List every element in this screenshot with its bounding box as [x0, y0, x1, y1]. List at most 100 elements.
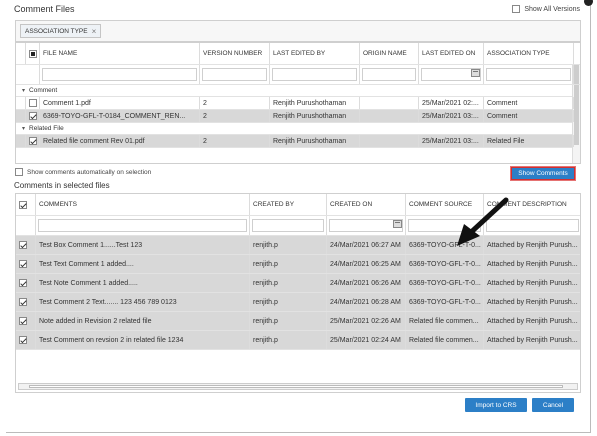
row-checkbox[interactable] — [29, 137, 37, 145]
file-row[interactable]: 6369-TOYO-GFL-T-0184_COMMENT_REN... 2 Renj… — [16, 110, 574, 123]
column-filter-input[interactable] — [486, 68, 571, 81]
column-filter-input[interactable] — [252, 219, 324, 232]
comment-description-cell: Attached by Renjith Purush... — [484, 293, 580, 311]
origin-cell — [360, 97, 419, 109]
group-row[interactable]: ▾ Comment — [16, 85, 572, 97]
comment-row[interactable]: Test Comment 2 Text....... 123 456 789 0… — [16, 293, 580, 312]
filter-cell — [250, 216, 327, 235]
show-all-versions-toggle[interactable]: Show All Versions — [512, 5, 580, 13]
version-cell: 2 — [200, 110, 270, 122]
comment-row[interactable]: Test Note Comment 1 added..... renjith.p 2… — [16, 274, 580, 293]
row-select-cell[interactable] — [26, 135, 40, 147]
calendar-icon[interactable] — [471, 69, 480, 77]
comment-description-cell: Attached by Renjith Purush... — [484, 274, 580, 292]
row-select-cell[interactable] — [26, 110, 40, 122]
row-select-cell[interactable] — [16, 331, 36, 349]
created-by-cell: renjith.p — [250, 312, 327, 330]
column-filter-input[interactable] — [362, 68, 416, 81]
filter-spacer — [16, 65, 40, 84]
filter-cell — [419, 65, 484, 84]
show-all-versions-checkbox[interactable] — [512, 5, 521, 13]
row-checkbox[interactable] — [19, 260, 27, 268]
column-header[interactable]: COMMENT DESCRIPTION — [484, 194, 580, 215]
column-header[interactable]: ORIGIN NAME — [360, 43, 419, 64]
comment-text-cell: Test Box Comment 1......Test 123 — [36, 236, 250, 254]
show-comments-button[interactable]: Show Comments — [510, 166, 576, 181]
column-header[interactable]: ASSOCIATION TYPE — [484, 43, 574, 64]
filter-cell — [484, 65, 574, 84]
column-header[interactable]: COMMENTS — [36, 194, 250, 215]
comment-description-cell: Attached by Renjith Purush... — [484, 255, 580, 273]
filter-cell — [360, 65, 419, 84]
cancel-button[interactable]: Cancel — [532, 398, 574, 412]
file-row[interactable]: Comment 1.pdf 2 Renjith Purushothaman 25/Ma… — [16, 97, 574, 110]
column-filter-input[interactable] — [38, 219, 247, 232]
group-label: Comment — [29, 87, 58, 94]
comment-row[interactable]: Test Box Comment 1......Test 123 renjith.… — [16, 236, 580, 255]
comments-filter-row — [16, 216, 580, 236]
auto-show-checkbox[interactable] — [15, 168, 23, 176]
group-row[interactable]: ▾ Related File — [16, 123, 572, 135]
scrollbar-thumb[interactable] — [29, 385, 563, 388]
column-header[interactable]: LAST EDITED BY — [270, 43, 360, 64]
created-on-cell: 25/Mar/2021 02:26 AM — [327, 312, 406, 330]
calendar-icon[interactable] — [393, 220, 402, 228]
edited-on-cell: 25/Mar/2021 03:... — [419, 110, 484, 122]
filter-cell — [327, 216, 406, 235]
origin-cell — [360, 110, 419, 122]
row-select-cell[interactable] — [16, 312, 36, 330]
comment-source-cell: Related file commen... — [406, 331, 484, 349]
edited-on-cell: 25/Mar/2021 02:... — [419, 97, 484, 109]
row-checkbox[interactable] — [29, 112, 37, 120]
row-select-cell[interactable] — [16, 293, 36, 311]
row-checkbox[interactable] — [19, 279, 27, 287]
comment-row[interactable]: Test Text Comment 1 added.... renjith.p 24… — [16, 255, 580, 274]
remove-chip-icon[interactable]: × — [92, 27, 97, 36]
column-header[interactable]: VERSION NUMBER — [200, 43, 270, 64]
column-header[interactable]: FILE NAME — [40, 43, 200, 64]
select-all-checkbox[interactable] — [29, 49, 37, 58]
file-row[interactable]: Related file comment Rev 01.pdf 2 Renjith … — [16, 135, 574, 148]
created-on-cell: 24/Mar/2021 06:25 AM — [327, 255, 406, 273]
column-header[interactable]: COMMENT SOURCE — [406, 194, 484, 215]
row-select-cell[interactable] — [16, 255, 36, 273]
column-filter-input[interactable] — [202, 68, 267, 81]
select-all-comments-checkbox[interactable] — [19, 200, 27, 209]
row-select-cell[interactable] — [16, 274, 36, 292]
column-filter-input[interactable] — [329, 219, 403, 232]
comment-row[interactable]: Note added in Revision 2 related file ren… — [16, 312, 580, 331]
column-filter-input[interactable] — [272, 68, 357, 81]
import-to-crs-button[interactable]: Import to CRS — [465, 398, 527, 412]
column-filter-input[interactable] — [486, 219, 579, 232]
column-header[interactable]: LAST EDITED ON — [419, 43, 484, 64]
comment-row[interactable]: Test Comment on revsion 2 in related fil… — [16, 331, 580, 350]
filter-cell — [484, 216, 580, 235]
dialog-title: Comment Files — [14, 4, 75, 14]
select-all-cell[interactable] — [26, 43, 40, 64]
comments-horizontal-scrollbar[interactable] — [18, 383, 578, 390]
auto-show-option[interactable]: Show comments automatically on selection — [15, 168, 151, 176]
column-header[interactable]: CREATED ON — [327, 194, 406, 215]
association-type-chip[interactable]: ASSOCIATION TYPE × — [20, 24, 102, 38]
show-all-versions-label: Show All Versions — [524, 5, 580, 13]
row-select-cell[interactable] — [16, 236, 36, 254]
close-icon[interactable] — [584, 0, 593, 6]
column-filter-input[interactable] — [42, 68, 197, 81]
filter-cell — [406, 216, 484, 235]
row-checkbox[interactable] — [19, 336, 27, 344]
column-header[interactable]: CREATED BY — [250, 194, 327, 215]
row-checkbox[interactable] — [19, 317, 27, 325]
collapse-caret-icon[interactable]: ▾ — [22, 125, 25, 132]
comment-description-cell: Attached by Renjith Purush... — [484, 312, 580, 330]
row-checkbox[interactable] — [29, 99, 37, 107]
select-all-comments-cell[interactable] — [16, 194, 36, 215]
row-select-cell[interactable] — [26, 97, 40, 109]
comment-text-cell: Note added in Revision 2 related file — [36, 312, 250, 330]
chip-label: ASSOCIATION TYPE — [25, 27, 88, 35]
row-checkbox[interactable] — [19, 241, 27, 249]
row-checkbox[interactable] — [19, 298, 27, 306]
comment-text-cell: Test Comment on revsion 2 in related fil… — [36, 331, 250, 349]
association-cell: Comment — [484, 97, 574, 109]
column-filter-input[interactable] — [408, 219, 481, 232]
collapse-caret-icon[interactable]: ▾ — [22, 87, 25, 94]
